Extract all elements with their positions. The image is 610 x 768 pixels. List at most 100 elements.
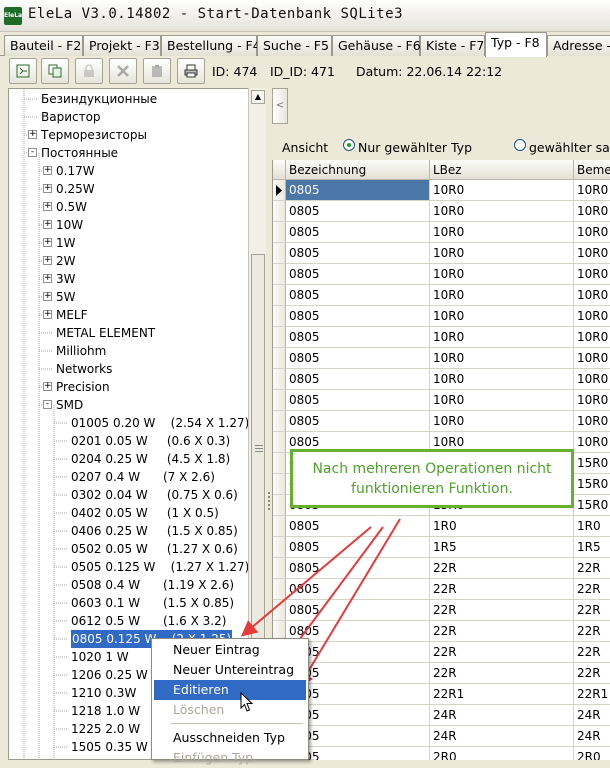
radio-nur-gewaehlter-typ[interactable] xyxy=(343,139,355,151)
radio-label-gewaehlter-samt[interactable]: gewählter samt xyxy=(529,140,610,155)
grid-cell[interactable]: 0805 xyxy=(286,327,430,348)
row-header[interactable] xyxy=(273,516,286,537)
column-header-bemerkung[interactable]: Bemerkung xyxy=(574,160,610,180)
grid-cell[interactable]: 24R xyxy=(574,705,610,726)
grid-cell[interactable]: 10R0 xyxy=(430,306,574,327)
grid-cell[interactable]: 10R0 xyxy=(574,222,610,243)
grid-cell[interactable]: 0805 xyxy=(286,579,430,600)
grid-cell[interactable]: 1R0 xyxy=(430,516,574,537)
expand-icon[interactable]: + xyxy=(43,184,52,193)
grid-cell[interactable]: 0805 xyxy=(286,264,430,285)
grid-cell[interactable]: 22R xyxy=(574,600,610,621)
grid-cell[interactable]: 0805 xyxy=(286,390,430,411)
collapse-icon[interactable]: - xyxy=(28,148,37,157)
grid-cell[interactable]: 10R0 xyxy=(574,264,610,285)
row-header[interactable] xyxy=(273,579,286,600)
grid-cell[interactable]: 10R0 xyxy=(430,201,574,222)
grid-cell[interactable]: 15R0 xyxy=(574,495,610,516)
grid-cell[interactable]: 0805 xyxy=(286,180,430,201)
grid-cell[interactable]: 24R xyxy=(430,726,574,747)
scroll-up-arrow-icon[interactable]: ▲ xyxy=(251,90,265,104)
collapse-panel-button[interactable]: < xyxy=(272,88,288,124)
grid-cell[interactable]: 10R0 xyxy=(574,201,610,222)
grid-cell[interactable]: 10R0 xyxy=(574,285,610,306)
tab-gehaeuse[interactable]: Gehäuse - F6 xyxy=(332,35,421,56)
lock-button[interactable] xyxy=(75,58,103,84)
grid-cell[interactable]: 0805 xyxy=(286,222,430,243)
expand-icon[interactable]: + xyxy=(43,220,52,229)
row-header[interactable] xyxy=(273,327,286,348)
expand-icon[interactable]: + xyxy=(43,382,52,391)
radio-label-nur-gewaehlter-typ[interactable]: Nur gewählter Typ xyxy=(358,140,472,155)
radio-gewaehlter-samt[interactable] xyxy=(514,139,526,151)
grid-cell[interactable]: 1R0 xyxy=(574,516,610,537)
grid-cell[interactable]: 0805 xyxy=(286,243,430,264)
grid-cell[interactable]: 15R0 xyxy=(574,453,610,474)
grid-cell[interactable]: 22R xyxy=(574,642,610,663)
expand-icon[interactable]: + xyxy=(43,274,52,283)
grid-cell[interactable]: 15R0 xyxy=(574,474,610,495)
grid-cell[interactable]: 24R xyxy=(430,705,574,726)
add-node-button[interactable] xyxy=(9,58,37,84)
grid-cell[interactable]: 10R0 xyxy=(574,348,610,369)
collapse-icon[interactable]: - xyxy=(43,400,52,409)
tab-projekt[interactable]: Projekt - F3 xyxy=(83,35,161,56)
grid-cell[interactable]: 10R0 xyxy=(430,327,574,348)
grid-cell[interactable]: 10R0 xyxy=(574,327,610,348)
row-header[interactable] xyxy=(273,285,286,306)
expand-icon[interactable]: + xyxy=(43,310,52,319)
grid-cell[interactable]: 22R xyxy=(574,579,610,600)
row-header[interactable] xyxy=(273,558,286,579)
row-header[interactable] xyxy=(273,180,286,201)
grid-cell[interactable]: 22R xyxy=(430,558,574,579)
row-header[interactable] xyxy=(273,222,286,243)
grid-cell[interactable]: 22R xyxy=(430,663,574,684)
row-header[interactable] xyxy=(273,390,286,411)
tab-typ[interactable]: Typ - F8 xyxy=(485,32,547,57)
expand-icon[interactable]: + xyxy=(43,202,52,211)
grid-cell[interactable]: 10R0 xyxy=(574,411,610,432)
expand-icon[interactable]: + xyxy=(43,238,52,247)
grid-cell[interactable]: 1R5 xyxy=(430,537,574,558)
tab-kiste[interactable]: Kiste - F7 xyxy=(420,35,485,56)
grid-cell[interactable]: 22R xyxy=(430,621,574,642)
column-header-lbez[interactable]: LBez xyxy=(430,160,574,180)
row-header[interactable] xyxy=(273,495,286,516)
tab-adresse[interactable]: Adresse - F9 xyxy=(547,35,610,56)
expand-icon[interactable]: + xyxy=(43,256,52,265)
row-header[interactable] xyxy=(273,306,286,327)
menu-item-loeschen[interactable]: Löschen xyxy=(154,700,306,720)
row-header[interactable] xyxy=(273,453,286,474)
grid-cell[interactable]: 22R xyxy=(574,621,610,642)
row-header[interactable] xyxy=(273,474,286,495)
tab-suche[interactable]: Suche - F5 xyxy=(257,35,332,56)
grid-cell[interactable]: 22R1 xyxy=(430,684,574,705)
expand-icon[interactable]: + xyxy=(28,130,37,139)
grid-cell[interactable]: 24R xyxy=(574,726,610,747)
grid-cell[interactable]: 0805 xyxy=(286,600,430,621)
row-header[interactable] xyxy=(273,369,286,390)
expand-icon[interactable]: + xyxy=(43,292,52,301)
expand-icon[interactable]: + xyxy=(43,166,52,175)
grid-cell[interactable]: 22R1 xyxy=(574,684,610,705)
tab-bauteil[interactable]: Bauteil - F2 xyxy=(4,35,83,56)
row-header[interactable] xyxy=(273,243,286,264)
column-header-bezeichnung[interactable]: Bezeichnung xyxy=(286,160,430,180)
menu-item-editieren[interactable]: Editieren xyxy=(154,680,306,700)
grid-cell[interactable]: 0805 xyxy=(286,285,430,306)
grid-cell[interactable]: 10R0 xyxy=(430,264,574,285)
clipboard-button[interactable] xyxy=(143,58,171,84)
row-header[interactable] xyxy=(273,201,286,222)
grid-cell[interactable]: 22R xyxy=(574,558,610,579)
grid-cell[interactable]: 2R0 xyxy=(574,747,610,760)
grid-cell[interactable]: 10R0 xyxy=(574,390,610,411)
grid-cell[interactable]: 0805 xyxy=(286,537,430,558)
print-button[interactable] xyxy=(177,58,205,84)
grid-cell[interactable]: 10R0 xyxy=(430,222,574,243)
grid-cell[interactable]: 10R0 xyxy=(574,306,610,327)
grid-cell[interactable]: 22R xyxy=(574,663,610,684)
tab-bestellung[interactable]: Bestellung - F4 xyxy=(161,35,261,56)
grid-cell[interactable]: 1R5 xyxy=(574,537,610,558)
grid-cell[interactable]: 10R0 xyxy=(574,432,610,453)
grid-cell[interactable]: 22R xyxy=(430,642,574,663)
